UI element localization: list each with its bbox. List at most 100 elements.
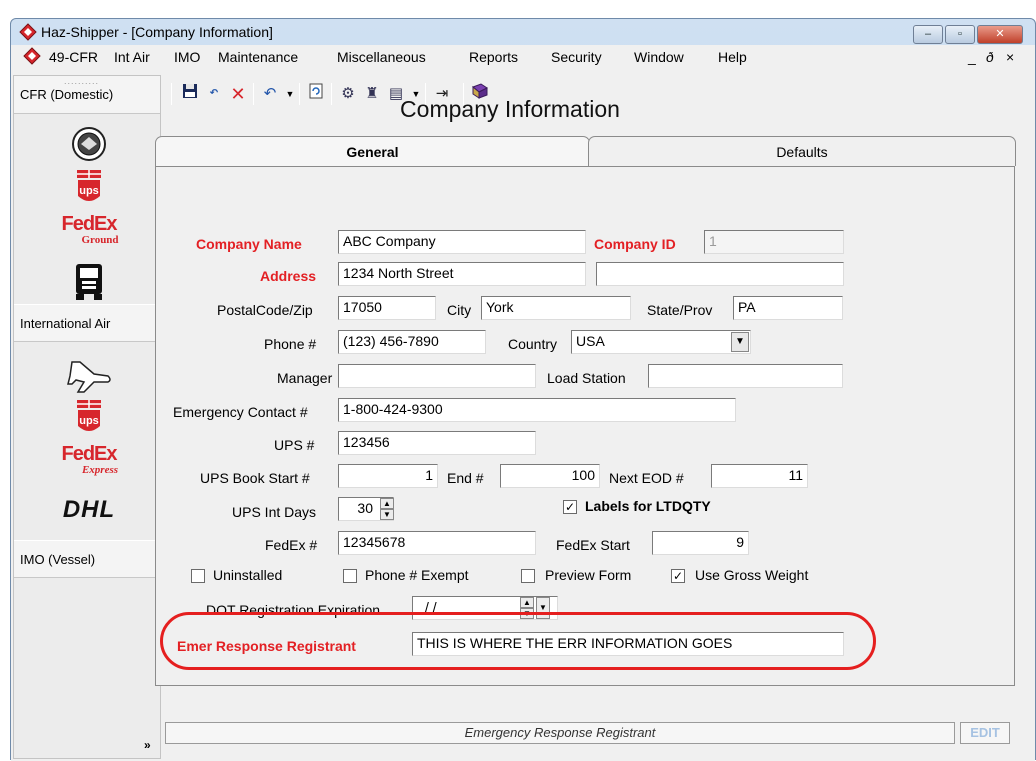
shortcut-bar: .......... CFR (Domestic) ups FedEx Grou… (13, 75, 161, 759)
airplane-icon[interactable] (44, 354, 134, 394)
ups-book-start-field[interactable]: 1 (338, 464, 438, 488)
company-name-field[interactable]: ABC Company (338, 230, 586, 254)
spin-down-icon[interactable]: ▼ (380, 509, 394, 520)
highlight-annotation (160, 612, 876, 670)
menu-help[interactable]: Help (718, 49, 747, 65)
more-chevron-icon[interactable]: » (144, 738, 151, 752)
fedex-start-label: FedEx Start (556, 537, 630, 553)
emergency-contact-field[interactable]: 1-800-424-9300 (338, 398, 736, 422)
postal-code-field[interactable]: 17050 (338, 296, 436, 320)
tab-defaults[interactable]: Defaults (588, 136, 1016, 166)
app-diamond-icon (19, 23, 37, 41)
city-label: City (447, 302, 472, 318)
phone-field[interactable]: (123) 456-7890 (338, 330, 486, 354)
fedex-start-field[interactable]: 9 (652, 531, 749, 555)
dot-seal-icon[interactable] (44, 126, 134, 162)
country-value: USA (576, 333, 605, 349)
ups-number-field[interactable]: 123456 (338, 431, 536, 455)
phone-exempt-checkbox[interactable] (343, 569, 357, 583)
truck-icon[interactable] (44, 262, 134, 302)
manager-field[interactable] (338, 364, 536, 388)
svg-text:ups: ups (79, 415, 99, 427)
section-imo-vessel[interactable]: IMO (Vessel) (14, 540, 160, 578)
section-cfr-domestic[interactable]: .......... CFR (Domestic) (14, 76, 160, 114)
ups-number-label: UPS # (274, 437, 315, 453)
company-name-label: Company Name (196, 236, 302, 252)
status-message: Emergency Response Registrant (165, 722, 955, 744)
menu-security[interactable]: Security (551, 49, 602, 65)
phone-label: Phone # (264, 336, 317, 352)
city-field[interactable]: York (481, 296, 631, 320)
address-line2-field[interactable] (596, 262, 844, 286)
ups-icon[interactable]: ups (44, 168, 134, 208)
state-label: State/Prov (647, 302, 713, 318)
ups-book-start-label: UPS Book Start # (200, 470, 310, 486)
fedex-wordmark: FedEx (61, 213, 117, 235)
ups-int-days-value: 30 (357, 500, 373, 516)
emergency-contact-label: Emergency Contact # (173, 404, 308, 420)
section-label: IMO (Vessel) (20, 552, 96, 567)
labels-ltdqty-label: Labels for LTDQTY (585, 498, 711, 514)
fedex-number-field[interactable]: 12345678 (338, 531, 536, 555)
dhl-icon[interactable]: DHL (44, 496, 134, 526)
spin-up-icon[interactable]: ▲ (520, 597, 534, 608)
title-bar[interactable]: Haz-Shipper - [Company Information] – ▫ … (11, 19, 1035, 45)
use-gross-weight-checkbox[interactable]: ✓ (671, 569, 685, 583)
ups-intl-icon[interactable]: ups (44, 398, 134, 438)
end-label: End # (447, 470, 484, 486)
next-eod-field[interactable]: 11 (711, 464, 808, 488)
end-field[interactable]: 100 (500, 464, 600, 488)
menu-window[interactable]: Window (634, 49, 684, 65)
company-id-label: Company ID (594, 236, 676, 252)
chevron-down-icon[interactable]: ▼ (731, 332, 749, 352)
status-mode-badge: EDIT (960, 722, 1010, 744)
country-select[interactable]: USA ▼ (571, 330, 751, 354)
mdi-minimize-button[interactable]: _ (968, 49, 976, 65)
menu-bar: 49-CFR Int Air IMO Maintenance Miscellan… (11, 45, 1035, 69)
uninstalled-checkbox[interactable] (191, 569, 205, 583)
fedex-wordmark: FedEx (61, 443, 117, 465)
ups-int-days-label: UPS Int Days (232, 504, 317, 520)
labels-ltdqty-checkbox[interactable]: ✓ (563, 500, 577, 514)
menu-int-air[interactable]: Int Air (114, 49, 150, 65)
fedex-ground-icon[interactable]: FedEx Ground (44, 214, 134, 256)
svg-text:ups: ups (79, 185, 99, 197)
minimize-button[interactable]: – (913, 25, 943, 44)
page-title: Company Information (400, 96, 620, 122)
preview-form-label: Preview Form (545, 567, 632, 583)
manager-label: Manager (277, 370, 333, 386)
grip-dots: .......... (64, 76, 100, 86)
load-station-field[interactable] (648, 364, 843, 388)
address-line1-field[interactable]: 1234 North Street (338, 262, 586, 286)
section-label: International Air (20, 316, 111, 331)
status-bar: Emergency Response Registrant EDIT (160, 722, 1020, 746)
next-eod-label: Next EOD # (609, 470, 684, 486)
mdi-restore-button[interactable]: ð (986, 49, 994, 65)
phone-exempt-label: Phone # Exempt (365, 567, 469, 583)
mdi-doc-icon[interactable] (23, 47, 41, 65)
company-id-field[interactable]: 1 (704, 230, 844, 254)
menu-imo[interactable]: IMO (174, 49, 200, 65)
close-button[interactable]: ✕ (977, 25, 1023, 44)
fedex-ground-label: Ground (81, 234, 119, 246)
menu-miscellaneous[interactable]: Miscellaneous (337, 49, 426, 65)
section-international-air[interactable]: International Air (14, 304, 160, 342)
fedex-number-label: FedEx # (265, 537, 318, 553)
mdi-close-button[interactable]: × (1006, 49, 1014, 65)
postal-code-label: PostalCode/Zip (217, 302, 313, 318)
fedex-express-icon[interactable]: FedEx Express (44, 444, 134, 486)
use-gross-weight-label: Use Gross Weight (695, 567, 809, 583)
preview-form-checkbox[interactable] (521, 569, 535, 583)
menu-maintenance[interactable]: Maintenance (218, 49, 298, 65)
country-label: Country (508, 336, 558, 352)
fedex-express-label: Express (81, 464, 119, 476)
state-field[interactable]: PA (733, 296, 843, 320)
tab-general[interactable]: General (155, 136, 590, 166)
spin-up-icon[interactable]: ▲ (380, 498, 394, 509)
load-station-label: Load Station (547, 370, 626, 386)
uninstalled-label: Uninstalled (213, 567, 283, 583)
window-title: Haz-Shipper - [Company Information] (41, 24, 273, 40)
address-label: Address (260, 268, 317, 284)
menu-reports[interactable]: Reports (469, 49, 518, 65)
maximize-button[interactable]: ▫ (945, 25, 975, 44)
